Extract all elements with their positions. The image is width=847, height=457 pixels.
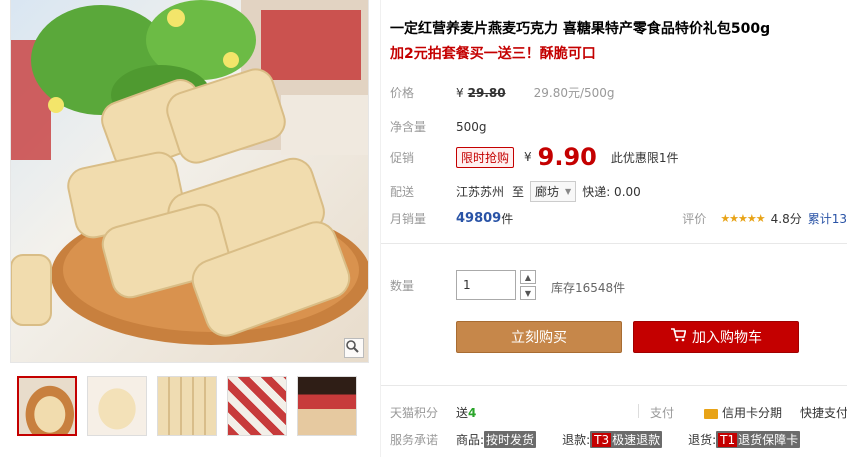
product-subtitle: 加2元拍套餐买一送三！酥脆可口 xyxy=(390,46,596,62)
price-row: 价格 ¥ 29.80 29.80元/500g xyxy=(390,84,615,101)
thumbnail-3[interactable] xyxy=(157,376,217,436)
shipping-label: 配送 xyxy=(390,185,415,199)
promo-label: 促销 xyxy=(390,150,415,165)
star-rating-icon: ★★★★★ xyxy=(720,212,765,225)
quantity-value: 1 xyxy=(463,278,471,292)
thumbnail-4[interactable] xyxy=(227,376,287,436)
main-product-image[interactable] xyxy=(10,0,369,363)
promo-limit: 此优惠限1件 xyxy=(610,150,679,165)
payment-row: 支付 信用卡分期 快捷支付 xyxy=(650,404,847,421)
credit-card-icon xyxy=(704,408,719,419)
product-info-panel: 一定红营养麦片燕麦巧克力 喜糖果特产零食品特价礼包500g 加2元拍套餐买一送三… xyxy=(380,0,847,457)
rating-score: 4.8分 xyxy=(770,212,802,226)
points-row: 天猫积分 送 4 xyxy=(390,404,476,421)
rating-summary: 评价 ★★★★★ 4.8分 累计13 xyxy=(682,210,847,227)
refund-tag: 极速退款 xyxy=(612,433,661,447)
credit-installment-link[interactable]: 信用卡分期 xyxy=(722,404,782,421)
add-to-cart-label: 加入购物车 xyxy=(692,330,762,346)
quantity-label-row: 数量 xyxy=(390,277,456,294)
service-row: 服务承诺 商品: 按时发货 退款: T3 极速退款 退货: T1 退货保障卡 xyxy=(390,431,801,448)
net-weight-row: 净含量 500g xyxy=(390,118,487,135)
return-label: 退货: xyxy=(688,433,717,447)
quantity-decrease-button[interactable]: ▼ xyxy=(520,286,536,300)
points-label: 天猫积分 xyxy=(390,406,439,420)
destination-value: 廊坊 xyxy=(535,185,560,199)
promo-row: 促销 限时抢购 ¥ 9.90 此优惠限1件 xyxy=(390,143,679,171)
net-weight-label: 净含量 xyxy=(390,120,427,134)
shopping-cart-icon xyxy=(670,328,687,346)
sales-row: 月销量 49809 件 xyxy=(390,210,513,227)
quantity-increase-button[interactable]: ▲ xyxy=(520,270,536,284)
refund-label: 退款: xyxy=(562,433,591,447)
chevron-down-icon: ▼ xyxy=(524,288,532,298)
quantity-input[interactable]: 1 xyxy=(456,270,516,300)
points-text: 送 xyxy=(456,406,469,420)
sales-label: 月销量 xyxy=(390,212,427,226)
return-guarantee-badge[interactable]: T1 退货保障卡 xyxy=(716,431,801,448)
goods-label: 商品: xyxy=(456,433,485,447)
chevron-down-icon: ▼ xyxy=(565,187,572,196)
price-currency: ¥ xyxy=(456,85,464,100)
fast-refund-badge[interactable]: T3 极速退款 xyxy=(590,431,663,448)
thumbnail-5[interactable] xyxy=(297,376,357,436)
price-label: 价格 xyxy=(390,86,415,100)
chevron-up-icon: ▲ xyxy=(524,272,532,282)
cumulative-reviews-link[interactable]: 累计13 xyxy=(808,210,847,227)
divider xyxy=(381,385,847,386)
buy-now-label: 立刻购买 xyxy=(511,330,567,346)
stock-count: 库存16548件 xyxy=(551,281,626,295)
quantity-label: 数量 xyxy=(390,279,415,293)
zoom-magnifier-icon[interactable] xyxy=(344,338,364,358)
thumbnail-1[interactable] xyxy=(17,376,77,436)
vertical-divider xyxy=(638,404,639,418)
monthly-sales-count: 49809 xyxy=(456,211,502,226)
net-weight-value: 500g xyxy=(456,119,487,134)
original-price: 29.80 xyxy=(467,85,506,100)
points-amount: 4 xyxy=(468,405,477,420)
add-to-cart-button[interactable]: 加入购物车 xyxy=(633,321,799,353)
product-title: 一定红营养麦片燕麦巧克力 喜糖果特产零食品特价礼包500g xyxy=(390,21,771,37)
express-pay-link[interactable]: 快捷支付 xyxy=(800,404,847,421)
unit-price: 29.80元/500g xyxy=(533,86,615,100)
rating-label: 评价 xyxy=(682,212,707,226)
refund-code: T3 xyxy=(592,433,612,447)
sales-unit: 件 xyxy=(501,212,514,226)
shipping-from: 江苏苏州 xyxy=(456,185,505,199)
payment-label: 支付 xyxy=(650,406,675,420)
return-code: T1 xyxy=(718,433,738,447)
shipping-to-label: 至 xyxy=(512,185,525,199)
shipping-fee: 快递: 0.00 xyxy=(582,185,641,199)
buy-now-button[interactable]: 立刻购买 xyxy=(456,321,622,353)
destination-select[interactable]: 廊坊 ▼ xyxy=(530,181,577,202)
shipping-row: 配送 江苏苏州 至 廊坊 ▼ 快递: 0.00 xyxy=(390,181,641,202)
ontime-shipping-badge[interactable]: 按时发货 xyxy=(484,431,537,448)
thumbnail-strip xyxy=(17,376,357,436)
promo-price: 9.90 xyxy=(537,143,597,171)
product-photo xyxy=(11,0,368,345)
return-tag: 退货保障卡 xyxy=(738,433,799,447)
service-label: 服务承诺 xyxy=(390,433,439,447)
thumbnail-2[interactable] xyxy=(87,376,147,436)
flash-sale-badge: 限时抢购 xyxy=(456,146,515,168)
promo-currency: ¥ xyxy=(524,150,532,164)
divider xyxy=(381,243,847,244)
